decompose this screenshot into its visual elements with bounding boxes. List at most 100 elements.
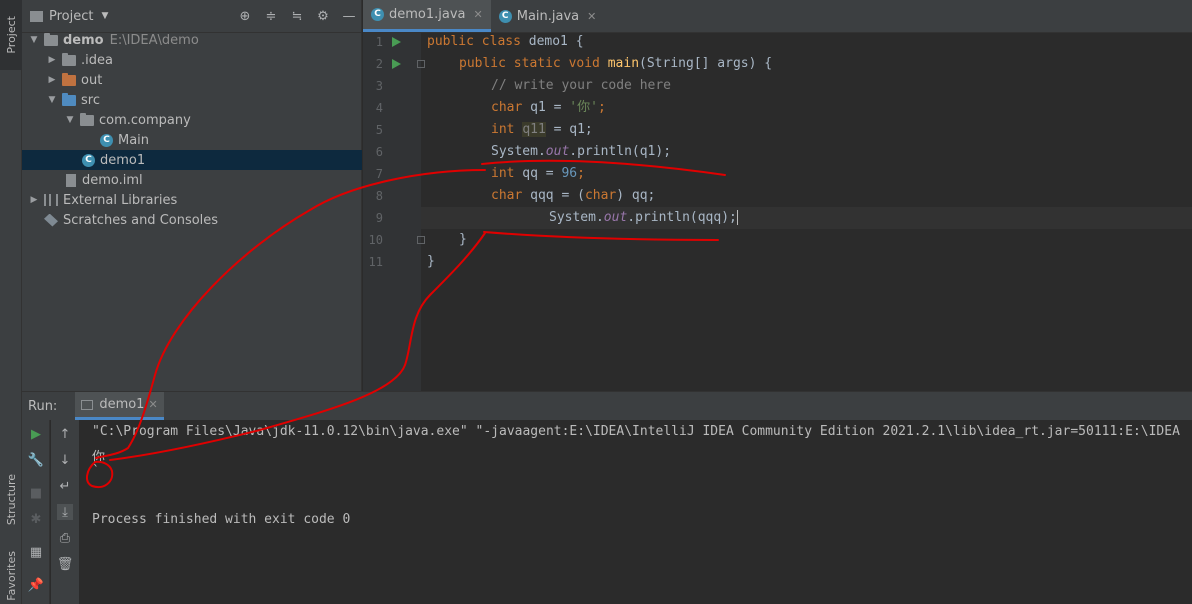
pin-icon[interactable]: 📌 bbox=[28, 577, 44, 593]
layout-icon[interactable]: ▦ bbox=[28, 544, 44, 560]
class-icon: C bbox=[100, 133, 113, 147]
code-line-2[interactable]: public static void main(String[] args) { bbox=[427, 53, 772, 75]
line-number: 1 bbox=[375, 35, 383, 49]
file-icon bbox=[66, 173, 76, 187]
project-panel-title[interactable]: Project bbox=[49, 9, 93, 24]
project-view-icon bbox=[30, 10, 43, 22]
locate-icon[interactable]: ⊕ bbox=[237, 8, 253, 24]
tree-item-external-libraries[interactable]: ▶ External Libraries bbox=[22, 190, 362, 210]
folder-icon bbox=[62, 92, 76, 106]
console-output[interactable]: "C:\Program Files\Java\jdk-11.0.12\bin\j… bbox=[84, 420, 1192, 604]
tab-main-java[interactable]: C Main.java ✕ bbox=[491, 0, 605, 32]
code-line-11[interactable]: } bbox=[427, 251, 435, 273]
run-label: Run: bbox=[28, 398, 58, 414]
code-token: ; bbox=[597, 100, 606, 115]
line-number: 9 bbox=[375, 211, 383, 225]
rerun-icon[interactable]: ▶ bbox=[28, 426, 44, 442]
wrench-icon[interactable]: 🔧 bbox=[28, 452, 44, 468]
run-class-icon[interactable] bbox=[392, 37, 401, 47]
favorites-tool-tab-label: Favorites bbox=[4, 551, 18, 601]
project-tool-tab-label: Project bbox=[4, 16, 18, 54]
code-token: q11 bbox=[522, 122, 546, 137]
trash-icon[interactable]: 🗑 bbox=[57, 556, 74, 572]
debug-icon[interactable]: ✱ bbox=[28, 511, 44, 527]
code-line-7[interactable]: int qq = 96; bbox=[427, 163, 585, 185]
soft-wrap-icon[interactable]: ↵ bbox=[57, 478, 73, 494]
tree-item-com-company[interactable]: ▼ com.company bbox=[22, 110, 362, 130]
code-line-8[interactable]: char qqq = (char) qq; bbox=[427, 185, 655, 207]
code-token: // write your code here bbox=[491, 78, 672, 93]
close-icon[interactable]: ✕ bbox=[587, 10, 596, 23]
tree-item-demo-iml[interactable]: demo.iml bbox=[22, 170, 362, 190]
scroll-to-end-icon[interactable]: ⤓ bbox=[57, 504, 73, 520]
tree-item-out[interactable]: ▶ out bbox=[22, 70, 362, 90]
tree-item-src[interactable]: ▼ src bbox=[22, 90, 362, 110]
code-token: System. bbox=[491, 144, 546, 159]
run-panel-header: Run: demo1 ✕ bbox=[22, 392, 1192, 420]
chevron-down-icon[interactable]: ▼ bbox=[28, 35, 40, 45]
line-number: 2 bbox=[375, 57, 383, 71]
run-tab-label: demo1 bbox=[99, 397, 145, 412]
project-panel: Project ▼ ⊕ ≑ ≒ ⚙ — ▼ demo E:\IDEA\demo … bbox=[22, 0, 362, 391]
fold-icon[interactable] bbox=[417, 60, 425, 68]
close-icon[interactable]: ✕ bbox=[474, 8, 483, 21]
chevron-right-icon[interactable]: ▶ bbox=[28, 195, 40, 205]
code-token: int bbox=[491, 122, 515, 137]
chevron-down-icon[interactable]: ▼ bbox=[64, 115, 76, 125]
tree-item-label: Scratches and Consoles bbox=[63, 212, 219, 228]
tree-item-demo[interactable]: ▼ demo E:\IDEA\demo bbox=[22, 30, 362, 50]
tree-item-label: Main bbox=[118, 132, 150, 148]
tab-demo1-java[interactable]: C demo1.java ✕ bbox=[363, 0, 491, 32]
tree-item-idea[interactable]: ▶ .idea bbox=[22, 50, 362, 70]
chevron-down-icon[interactable]: ▼ bbox=[46, 95, 58, 105]
code-token: = q1; bbox=[545, 122, 593, 137]
editor-tab-bar: C demo1.java ✕ C Main.java ✕ bbox=[363, 0, 1192, 33]
tree-item-label: demo1 bbox=[100, 152, 146, 168]
code-line-3[interactable]: // write your code here bbox=[427, 75, 671, 97]
expand-all-icon[interactable]: ≑ bbox=[263, 8, 279, 24]
chevron-down-icon[interactable]: ▼ bbox=[101, 11, 108, 21]
code-token: ) qq; bbox=[616, 188, 656, 203]
tree-item-main[interactable]: C Main bbox=[22, 130, 362, 150]
line-number: 3 bbox=[375, 79, 383, 93]
code-line-9[interactable]: System.out.println(qqq); bbox=[421, 207, 1192, 229]
code-token: 96 bbox=[561, 166, 578, 181]
fold-icon[interactable] bbox=[417, 236, 425, 244]
minimize-icon[interactable]: — bbox=[341, 8, 357, 24]
structure-tool-tab[interactable]: Structure bbox=[0, 460, 22, 540]
arrow-down-icon[interactable]: ↓ bbox=[57, 452, 73, 468]
project-tool-tab[interactable]: Project bbox=[0, 0, 22, 70]
code-line-4[interactable]: char q1 = '你'; bbox=[427, 97, 606, 119]
arrow-up-icon[interactable]: ↑ bbox=[57, 426, 73, 442]
tree-item-label: demo bbox=[63, 32, 104, 48]
code-line-10[interactable]: } bbox=[427, 229, 467, 251]
chevron-right-icon[interactable]: ▶ bbox=[46, 75, 58, 85]
console-line: ` bbox=[92, 464, 100, 479]
tree-item-scratches[interactable]: Scratches and Consoles bbox=[22, 210, 362, 230]
close-icon[interactable]: ✕ bbox=[148, 398, 157, 411]
code-line-1[interactable]: public class demo1 { bbox=[427, 31, 584, 53]
code-token: public static void bbox=[459, 56, 600, 71]
tree-item-demo1[interactable]: C demo1 bbox=[22, 150, 362, 170]
line-number: 4 bbox=[375, 101, 383, 115]
project-panel-header: Project ▼ ⊕ ≑ ≒ ⚙ — bbox=[22, 0, 361, 33]
tree-item-label: src bbox=[81, 92, 100, 108]
chevron-right-icon[interactable]: ▶ bbox=[46, 55, 58, 65]
favorites-tool-tab[interactable]: Favorites bbox=[0, 548, 22, 604]
code-line-6[interactable]: System.out.println(q1); bbox=[427, 141, 671, 163]
run-tab-demo1[interactable]: demo1 ✕ bbox=[75, 392, 164, 420]
class-icon: C bbox=[371, 8, 384, 21]
gear-icon[interactable]: ⚙ bbox=[315, 8, 331, 24]
print-icon[interactable]: ⎙ bbox=[57, 530, 73, 546]
collapse-all-icon[interactable]: ≒ bbox=[289, 8, 305, 24]
code-token: q1 = bbox=[522, 100, 570, 115]
class-icon: C bbox=[498, 9, 512, 23]
stop-icon[interactable]: ■ bbox=[28, 485, 44, 501]
code-line-5[interactable]: int q11 = q1; bbox=[427, 119, 593, 141]
run-main-icon[interactable] bbox=[392, 59, 401, 69]
library-icon bbox=[44, 194, 58, 206]
code-token: System. bbox=[549, 210, 604, 225]
code-editor: C demo1.java ✕ C Main.java ✕ 1 2 3 4 5 6… bbox=[363, 0, 1192, 391]
tab-label: Main.java bbox=[516, 8, 580, 24]
scratch-icon bbox=[44, 213, 58, 227]
